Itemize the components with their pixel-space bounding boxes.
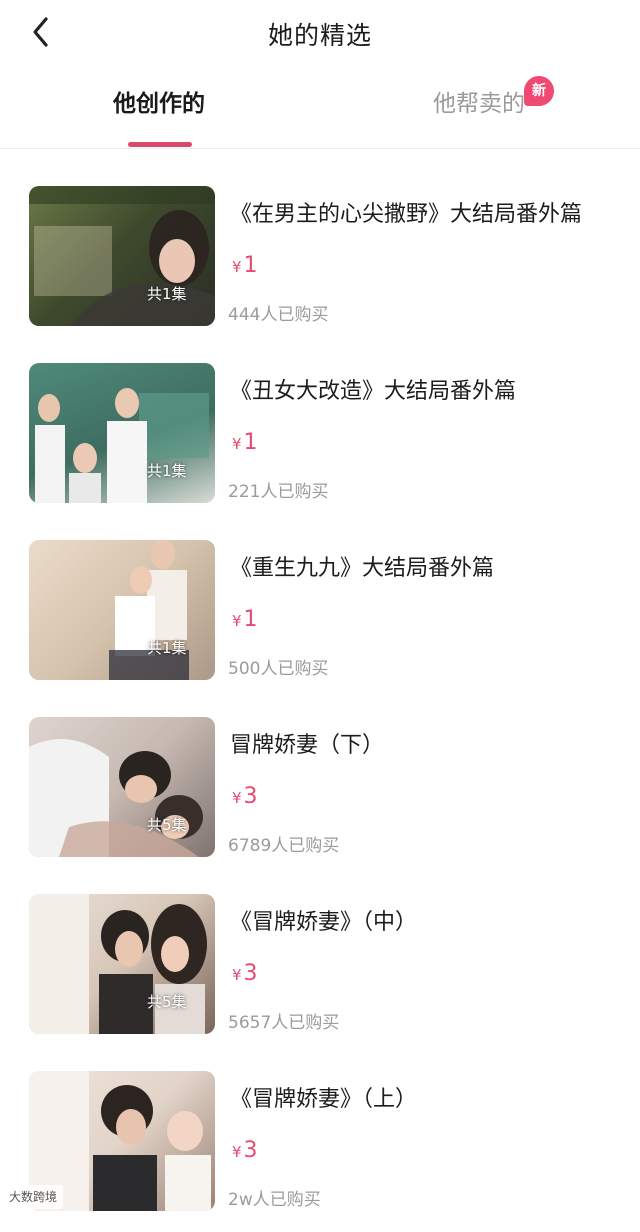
product-title: 《冒牌娇妻》（中） <box>230 910 418 935</box>
new-badge: 新 <box>524 76 554 106</box>
purchase-count: 5657人已购买 <box>228 1013 340 1033</box>
tab-created[interactable]: 他创作的 <box>113 84 205 118</box>
product-thumbnail: 共5集 <box>29 894 215 1034</box>
product-list: 共1集 《在男主的心尖撒野》大结局番外篇 ¥1 444人已购买 共1集 《丑女大… <box>0 170 640 1232</box>
episode-count-label: 共1集 <box>147 285 187 303</box>
tab-bar: 他创作的 他帮卖的 新 <box>0 64 640 149</box>
product-price: ¥1 <box>232 253 258 278</box>
product-price: ¥3 <box>232 961 258 986</box>
list-item[interactable]: 《冒牌娇妻》（上） ¥3 2w人已购买 <box>0 1055 640 1232</box>
product-price: ¥1 <box>232 430 258 455</box>
product-thumbnail: 共1集 <box>29 540 215 680</box>
purchase-count: 6789人已购买 <box>228 836 340 856</box>
tab-indicator <box>128 142 192 147</box>
product-price: ¥1 <box>232 607 258 632</box>
list-item[interactable]: 共5集 冒牌娇妻（下） ¥3 6789人已购买 <box>0 701 640 878</box>
list-item[interactable]: 共1集 《丑女大改造》大结局番外篇 ¥1 221人已购买 <box>0 347 640 524</box>
header-bar: 她的精选 <box>0 0 640 64</box>
purchase-count: 221人已购买 <box>228 482 329 502</box>
purchase-count: 444人已购买 <box>228 305 329 325</box>
list-item[interactable]: 共5集 《冒牌娇妻》（中） ¥3 5657人已购买 <box>0 878 640 1055</box>
page-title: 她的精选 <box>267 21 372 50</box>
product-title: 《丑女大改造》大结局番外篇 <box>230 379 517 404</box>
episode-count-label: 共1集 <box>147 462 187 480</box>
purchase-count: 500人已购买 <box>228 659 329 679</box>
list-item[interactable]: 共1集 《重生九九》大结局番外篇 ¥1 500人已购买 <box>0 524 640 701</box>
product-thumbnail: 共1集 <box>29 186 215 326</box>
episode-count-label: 共1集 <box>147 639 187 657</box>
episode-count-label: 共5集 <box>147 993 187 1011</box>
watermark: 大数跨境 <box>3 1185 64 1209</box>
product-thumbnail: 共5集 <box>29 717 215 857</box>
tab-helped-sell[interactable]: 他帮卖的 <box>433 84 525 118</box>
episode-count-label: 共5集 <box>147 816 187 834</box>
product-title: 《在男主的心尖撒野》大结局番外篇 <box>230 202 583 227</box>
product-title: 《冒牌娇妻》（上） <box>230 1087 418 1112</box>
product-title: 冒牌娇妻（下） <box>230 733 385 758</box>
list-item[interactable]: 共1集 《在男主的心尖撒野》大结局番外篇 ¥1 444人已购买 <box>0 170 640 347</box>
product-thumbnail: 共1集 <box>29 363 215 503</box>
purchase-count: 2w人已购买 <box>228 1190 321 1210</box>
product-price: ¥3 <box>232 1138 258 1163</box>
product-price: ¥3 <box>232 784 258 809</box>
product-title: 《重生九九》大结局番外篇 <box>230 556 495 581</box>
